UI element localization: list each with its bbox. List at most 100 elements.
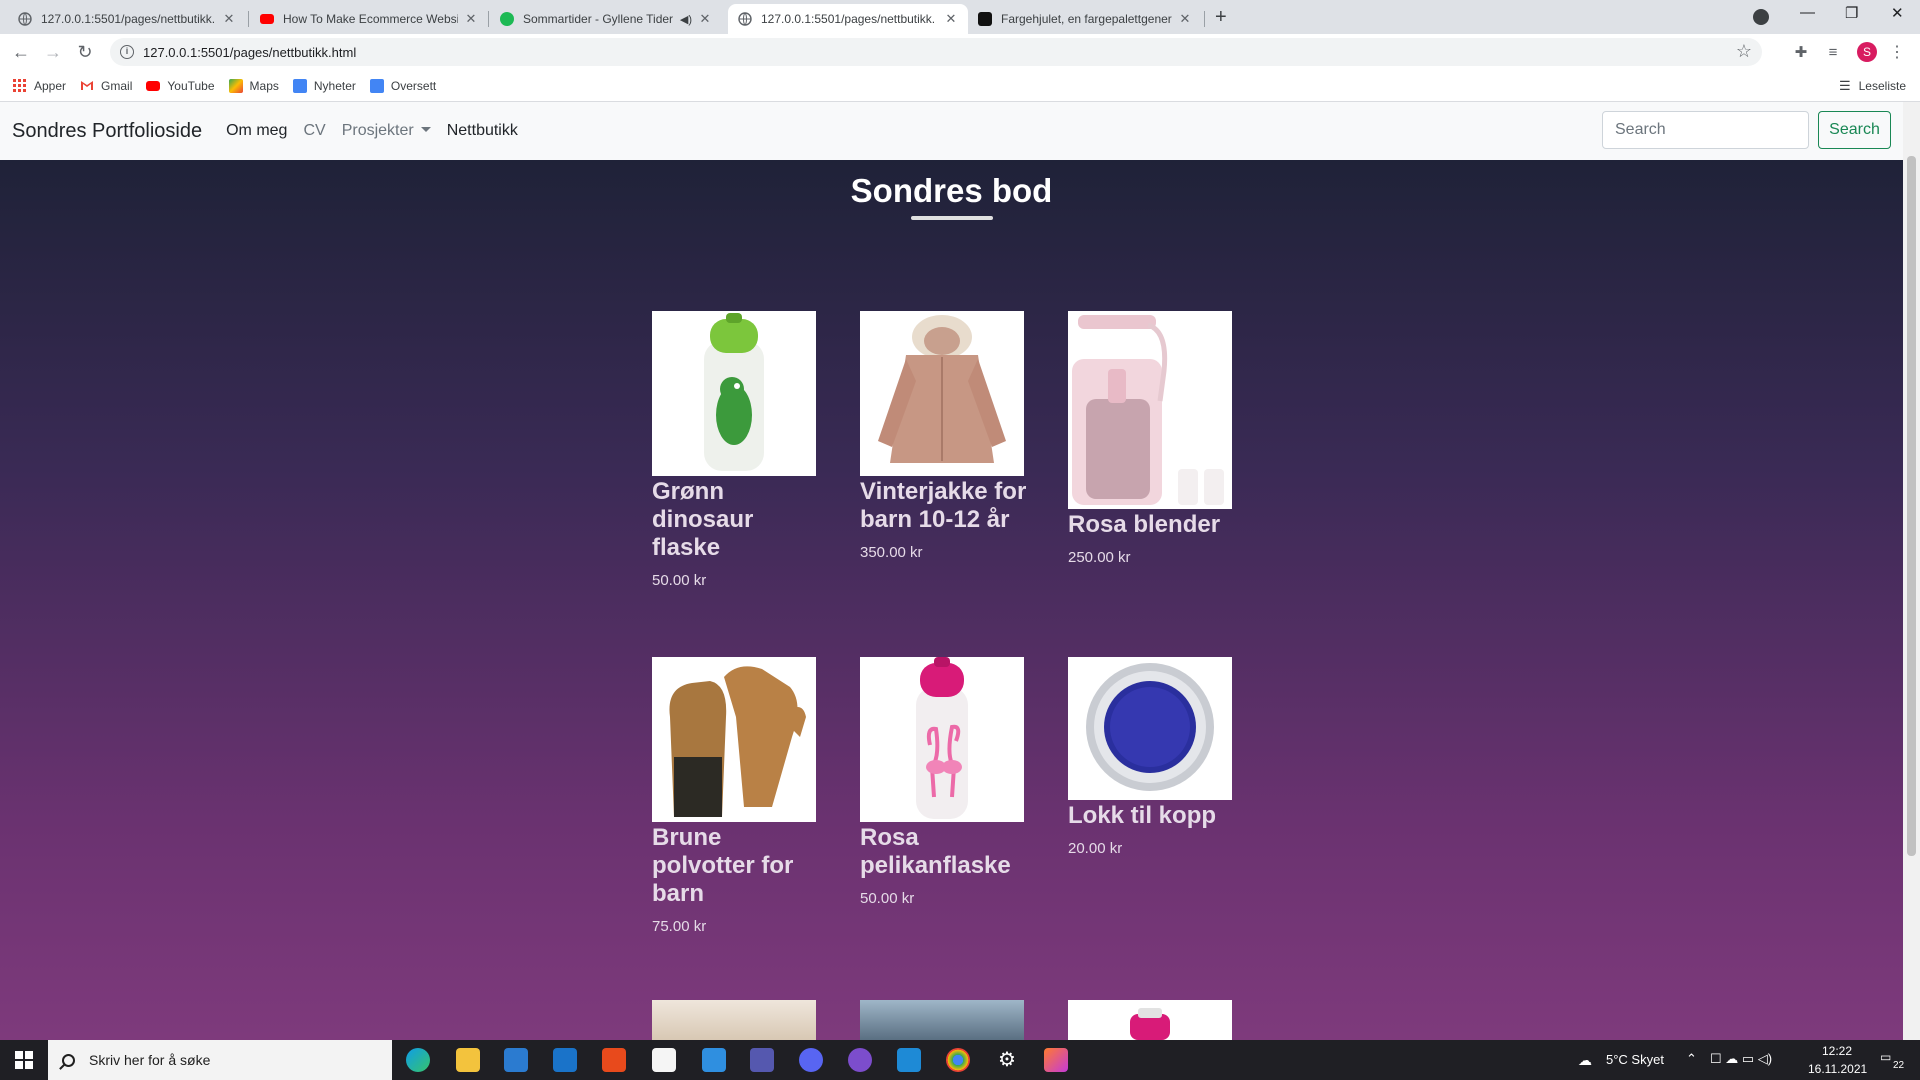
media-queue-icon[interactable]: ≡ xyxy=(1821,40,1845,64)
product-card[interactable]: Rosa pelikanflaske 50.00 kr xyxy=(860,657,1035,907)
chrome-menu-icon[interactable]: ⋮ xyxy=(1885,40,1909,64)
reading-list-label: Leseliste xyxy=(1858,79,1906,93)
page-scrollbar[interactable] xyxy=(1903,102,1920,1040)
product-price: 75.00 kr xyxy=(652,918,707,935)
product-card-partial[interactable] xyxy=(860,1000,1035,1040)
weather-text[interactable]: 5°C Skyet xyxy=(1606,1052,1664,1067)
product-price: 50.00 kr xyxy=(652,572,707,589)
chrome-icon[interactable] xyxy=(946,1048,970,1072)
news-icon xyxy=(292,78,307,93)
globe-icon xyxy=(738,12,752,26)
product-name: Vinterjakke for barn 10-12 år xyxy=(860,478,1027,533)
product-card[interactable]: Rosa blender 250.00 kr xyxy=(1068,311,1243,566)
browser-tab-strip: 127.0.0.1:5501/pages/nettbutikk. ✕ How T… xyxy=(0,0,1920,34)
apps-grid-icon xyxy=(13,78,27,93)
address-bar[interactable]: i 127.0.0.1:5501/pages/nettbutikk.html ☆ xyxy=(110,38,1762,66)
translate-icon xyxy=(369,78,384,93)
office-icon[interactable] xyxy=(602,1048,626,1072)
back-arrow-icon[interactable]: ← xyxy=(9,40,33,64)
mail-icon[interactable] xyxy=(553,1048,577,1072)
search-input[interactable] xyxy=(1602,111,1809,149)
close-icon[interactable]: ✕ xyxy=(698,11,712,27)
site-brand[interactable]: Sondres Portfolioside xyxy=(12,120,202,143)
close-icon[interactable]: ✕ xyxy=(222,11,236,27)
gmail-icon xyxy=(80,79,94,93)
chevron-up-icon[interactable]: ⌃ xyxy=(1686,1051,1697,1067)
bookmark-gmail[interactable]: Gmail xyxy=(80,79,132,93)
window-close-icon[interactable]: ✕ xyxy=(1891,4,1904,22)
reload-icon[interactable]: ↻ xyxy=(73,40,97,64)
product-image-pink-blender[interactable] xyxy=(1068,311,1232,509)
tab-youtube[interactable]: How To Make Ecommerce Websi ✕ xyxy=(250,4,488,34)
product-card[interactable]: Lokk til kopp 20.00 kr xyxy=(1068,657,1243,857)
notification-center-icon[interactable]: ▭ xyxy=(1880,1050,1891,1064)
bookmark-star-icon[interactable]: ☆ xyxy=(1736,41,1752,62)
close-icon[interactable]: ✕ xyxy=(464,11,478,27)
product-price: 250.00 kr xyxy=(1068,549,1131,566)
product-image-cup-lid[interactable] xyxy=(1068,657,1232,800)
product-card-partial[interactable] xyxy=(1068,1000,1243,1040)
tray-icons[interactable]: ☐ ☁ ▭ ◁) xyxy=(1710,1051,1772,1067)
page-title: Sondres bod xyxy=(850,172,1053,209)
file-explorer-icon[interactable] xyxy=(456,1048,480,1072)
product-card[interactable]: Brune polvotter for barn 75.00 kr xyxy=(652,657,827,935)
minimize-icon[interactable]: — xyxy=(1800,4,1815,21)
product-card[interactable]: Vinterjakke for barn 10-12 år 350.00 kr xyxy=(860,311,1035,561)
product-image-winter-jacket[interactable] xyxy=(860,311,1024,476)
tab-nettbutikk-1[interactable]: 127.0.0.1:5501/pages/nettbutikk. ✕ xyxy=(8,4,246,34)
close-icon[interactable]: ✕ xyxy=(944,11,958,27)
tab-fargehjulet[interactable]: Fargehjulet, en fargepalettgenera ✕ xyxy=(968,4,1202,34)
photo-app-icon[interactable] xyxy=(1044,1048,1068,1072)
teams-icon[interactable] xyxy=(750,1048,774,1072)
store-icon[interactable] xyxy=(504,1048,528,1072)
scrollbar-thumb[interactable] xyxy=(1907,156,1916,856)
bookmark-nyheter[interactable]: Nyheter xyxy=(292,78,356,93)
edge-icon[interactable] xyxy=(406,1048,430,1072)
product-card-partial[interactable] xyxy=(652,1000,827,1040)
product-image-partial[interactable] xyxy=(1068,1000,1232,1040)
speaker-icon[interactable]: ◀︎) xyxy=(680,13,692,26)
profile-avatar[interactable]: S xyxy=(1857,42,1877,62)
search-button[interactable]: Search xyxy=(1818,111,1891,149)
info-icon[interactable]: i xyxy=(120,45,134,59)
product-image-partial[interactable] xyxy=(860,1000,1024,1040)
product-image-partial[interactable] xyxy=(652,1000,816,1040)
nav-nettbutikk[interactable]: Nettbutikk xyxy=(447,122,518,140)
nav-prosjekter-dropdown[interactable]: Prosjekter xyxy=(342,122,431,140)
cloud-weather-icon[interactable]: ☁ xyxy=(1578,1052,1592,1069)
forward-arrow-icon[interactable]: → xyxy=(41,40,65,64)
page-viewport: Sondres Portfolioside Om meg CV Prosjekt… xyxy=(0,102,1903,1040)
product-image-brown-mittens[interactable] xyxy=(652,657,816,822)
restore-icon[interactable]: ❐ xyxy=(1845,4,1858,22)
clock-date[interactable]: 16.11.2021 xyxy=(1808,1062,1867,1076)
bookmark-oversett[interactable]: Oversett xyxy=(369,78,436,93)
clock-time[interactable]: 12:22 xyxy=(1822,1044,1852,1058)
bookmark-youtube[interactable]: YouTube xyxy=(146,79,215,93)
product-card[interactable]: Grønn dinosaur flaske 50.00 kr xyxy=(652,311,827,589)
new-tab-plus-icon[interactable]: + xyxy=(1215,6,1227,29)
taskbar-search-input[interactable]: Skriv her for å søke xyxy=(48,1040,392,1080)
product-image-green-dino-bottle[interactable] xyxy=(652,311,816,476)
chevron-down-icon xyxy=(420,127,431,132)
title-underline xyxy=(911,216,993,220)
tab-spotify[interactable]: Sommartider - Gyllene Tider ◀︎) ✕ xyxy=(490,4,722,34)
nav-om-meg[interactable]: Om meg xyxy=(226,122,287,140)
extensions-puzzle-icon[interactable]: ✚ xyxy=(1789,40,1813,64)
word-doc-icon[interactable] xyxy=(702,1048,726,1072)
notepad-icon[interactable] xyxy=(652,1048,676,1072)
tab-search-icon[interactable] xyxy=(1753,9,1769,25)
github-desktop-icon[interactable] xyxy=(848,1048,872,1072)
bookmark-apps[interactable]: Apper xyxy=(13,78,66,93)
reading-list-button[interactable]: ☰ Leseliste xyxy=(1839,78,1906,94)
tab-nettbutikk-active[interactable]: 127.0.0.1:5501/pages/nettbutikk. ✕ xyxy=(728,4,968,34)
nav-cv[interactable]: CV xyxy=(303,122,325,140)
settings-gear-icon[interactable]: ⚙ xyxy=(995,1048,1019,1072)
product-name: Lokk til kopp xyxy=(1068,802,1217,829)
browser-toolbar: ← → ↻ i 127.0.0.1:5501/pages/nettbutikk.… xyxy=(0,34,1920,70)
bookmark-maps[interactable]: Maps xyxy=(228,78,279,93)
product-image-pink-flamingo-bottle[interactable] xyxy=(860,657,1024,822)
close-icon[interactable]: ✕ xyxy=(1178,11,1192,27)
windows-start-icon[interactable] xyxy=(0,1040,48,1080)
discord-icon[interactable] xyxy=(799,1048,823,1072)
vscode-icon[interactable] xyxy=(897,1048,921,1072)
